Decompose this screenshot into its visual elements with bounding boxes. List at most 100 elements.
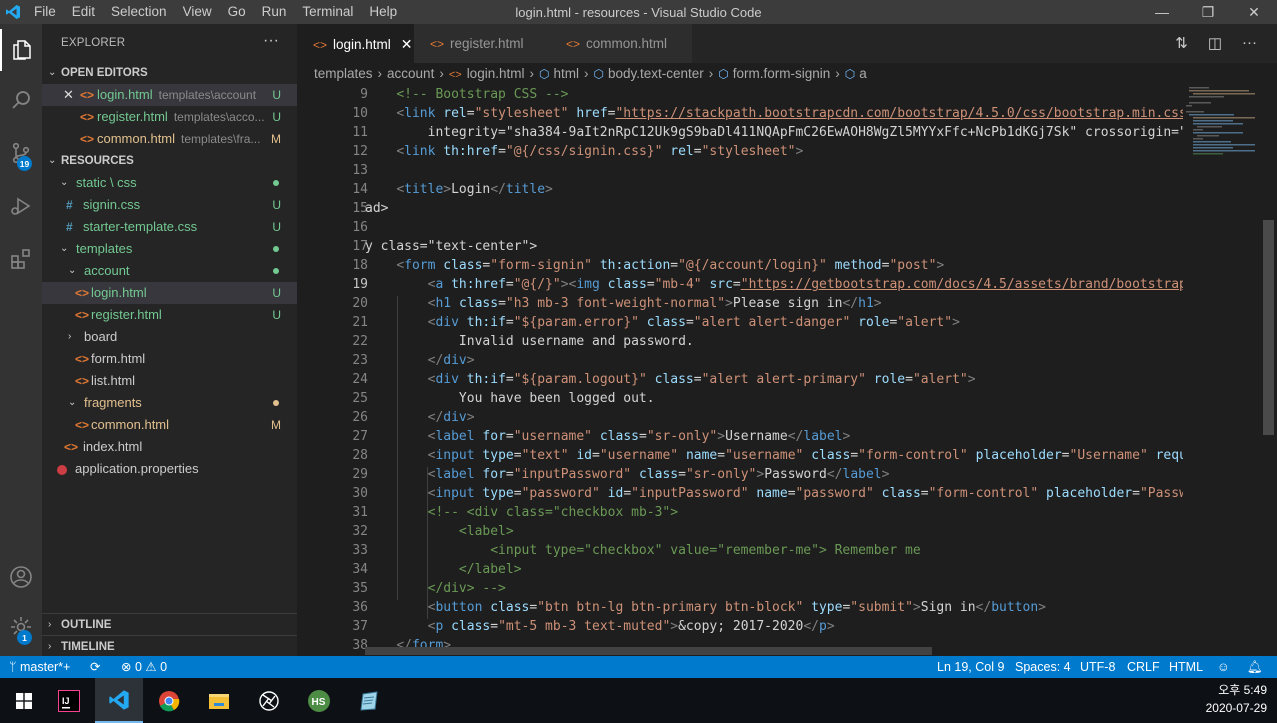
cursor-position[interactable]: Ln 19, Col 9 <box>937 656 1004 678</box>
tab-login-html[interactable]: <> login.html ✕ <box>297 24 414 63</box>
minimize-button[interactable]: — <box>1139 0 1185 24</box>
code-line[interactable]: <h1 class="h3 mb-3 font-weight-normal">P… <box>365 296 882 311</box>
system-clock[interactable]: 오후 5:49 2020-07-29 <box>1206 681 1267 717</box>
menu-view[interactable]: View <box>175 0 220 24</box>
breadcrumb-file[interactable]: login.html <box>467 66 525 81</box>
close-window-button[interactable]: ✕ <box>1231 0 1277 24</box>
tab-common-html[interactable]: <> common.html <box>550 24 692 63</box>
branch-status[interactable]: ᛘ master*+ <box>9 656 70 678</box>
account-icon[interactable] <box>0 556 42 598</box>
file-explorer-icon[interactable] <box>195 678 243 723</box>
code-line[interactable]: ad> <box>365 201 388 216</box>
tree-folder[interactable]: ⌄ templates <box>42 238 297 260</box>
breadcrumb-a[interactable]: a <box>859 66 867 81</box>
breadcrumb-templates[interactable]: templates <box>314 66 373 81</box>
code-line[interactable]: <input type="password" id="inputPassword… <box>365 486 1183 501</box>
menu-help[interactable]: Help <box>361 0 405 24</box>
heidisql-icon[interactable]: HS <box>295 678 343 723</box>
intellij-icon[interactable]: IJ <box>45 678 93 723</box>
language-mode[interactable]: HTML <box>1169 656 1203 678</box>
breadcrumb-body[interactable]: body.text-center <box>608 66 704 81</box>
code-line[interactable]: <input type="checkbox" value="remember-m… <box>365 543 920 558</box>
tree-folder[interactable]: › board <box>42 326 297 348</box>
code-line[interactable]: <label for="inputPassword" class="sr-onl… <box>365 467 890 482</box>
more-actions-icon[interactable]: ··· <box>1242 34 1257 52</box>
outline-section[interactable]: › OUTLINE <box>42 613 297 635</box>
windows-start-icon[interactable] <box>0 678 48 723</box>
split-editor-icon[interactable]: ◫ <box>1208 34 1222 52</box>
code-line[interactable]: </div> <box>365 353 475 368</box>
code-line[interactable]: <a th:href="@{/}"><img class="mb-4" src=… <box>365 277 1183 292</box>
code-line[interactable]: <p class="mt-5 mb-3 text-muted">&copy; 2… <box>365 619 835 634</box>
menu-run[interactable]: Run <box>254 0 295 24</box>
tree-folder[interactable]: ⌄ account <box>42 260 297 282</box>
timeline-section[interactable]: › TIMELINE <box>42 635 297 657</box>
tree-file[interactable]: <> list.html <box>42 370 297 392</box>
code-line[interactable]: <label> <box>365 524 514 539</box>
tree-file[interactable]: <> form.html <box>42 348 297 370</box>
code-line[interactable]: <div th:if="${param.logout}" class="aler… <box>365 372 976 387</box>
tree-file[interactable]: # starter-template.css U <box>42 216 297 238</box>
menu-edit[interactable]: Edit <box>64 0 103 24</box>
tree-file[interactable]: <> common.html M <box>42 414 297 436</box>
resources-section[interactable]: ⌄ RESOURCES <box>42 150 297 172</box>
tree-file[interactable]: <> register.html U <box>42 304 297 326</box>
code-editor[interactable]: 9 <!-- Bootstrap CSS --> 10 <link rel="st… <box>297 85 1183 656</box>
menu-go[interactable]: Go <box>220 0 254 24</box>
run-debug-icon[interactable] <box>0 185 42 227</box>
tree-folder[interactable]: ⌄ fragments <box>42 392 297 414</box>
code-line[interactable]: <link rel="stylesheet" href="https://sta… <box>365 106 1183 121</box>
code-line[interactable]: <input type="text" id="username" name="u… <box>365 448 1183 463</box>
code-line[interactable]: y class="text-center"> <box>365 239 537 254</box>
code-line[interactable]: <!-- Bootstrap CSS --> <box>365 87 568 102</box>
open-editor-item[interactable]: ✕ <> login.html templates\account U <box>42 84 297 106</box>
code-line[interactable]: <form class="form-signin" th:action="@{/… <box>365 258 944 273</box>
open-editor-item[interactable]: <> common.html templates\fra... M <box>42 128 297 150</box>
notifications-bell-icon[interactable]: 🔔︎ <box>1247 656 1263 678</box>
tree-file[interactable]: # signin.css U <box>42 194 297 216</box>
close-tab-icon[interactable]: ✕ <box>401 36 413 52</box>
code-line[interactable]: <title>Login</title> <box>365 182 553 197</box>
code-line[interactable]: </div> --> <box>365 581 506 596</box>
sync-icon[interactable]: ⟳ <box>90 656 100 678</box>
menu-file[interactable]: File <box>26 0 64 24</box>
open-changes-icon[interactable]: ⇅ <box>1175 34 1188 52</box>
aperture-app-icon[interactable] <box>245 678 293 723</box>
explorer-more-button[interactable]: ··· <box>263 32 279 50</box>
explorer-icon[interactable] <box>0 29 42 71</box>
menu-terminal[interactable]: Terminal <box>294 0 361 24</box>
tree-file[interactable]: <> login.html U <box>42 282 297 304</box>
breadcrumb-account[interactable]: account <box>387 66 434 81</box>
open-editor-item[interactable]: <> register.html templates\acco... U <box>42 106 297 128</box>
breadcrumb-html[interactable]: html <box>553 66 579 81</box>
tree-folder[interactable]: ⌄ static \ css <box>42 172 297 194</box>
eol-status[interactable]: CRLF <box>1127 656 1160 678</box>
code-line[interactable]: <link th:href="@{/css/signin.css}" rel="… <box>365 144 803 159</box>
extensions-icon[interactable] <box>0 238 42 280</box>
breadcrumb-form[interactable]: form.form-signin <box>733 66 831 81</box>
manage-gear-icon[interactable]: 1 <box>0 606 42 648</box>
code-line[interactable]: Invalid username and password. <box>365 334 694 349</box>
scrollbar-thumb[interactable] <box>1263 220 1274 435</box>
menu-selection[interactable]: Selection <box>103 0 175 24</box>
code-line[interactable]: <button class="btn btn-lg btn-primary bt… <box>365 600 1046 615</box>
code-line[interactable]: </label> <box>365 562 522 577</box>
code-line[interactable]: <!-- <div class="checkbox mb-3"> <box>365 505 678 520</box>
open-editors-section[interactable]: ⌄ OPEN EDITORS <box>42 62 297 84</box>
horizontal-scrollbar[interactable] <box>365 647 932 655</box>
vertical-scrollbar[interactable] <box>1263 85 1277 656</box>
minimap[interactable] <box>1183 85 1263 656</box>
code-line[interactable]: <div th:if="${param.error}" class="alert… <box>365 315 960 330</box>
code-line[interactable]: <label for="username" class="sr-only">Us… <box>365 429 851 444</box>
vscode-taskbar-icon[interactable] <box>95 678 143 723</box>
problems-status[interactable]: ⊗ 0 ⚠ 0 <box>121 656 167 678</box>
notepad-icon[interactable] <box>345 678 393 723</box>
indentation-status[interactable]: Spaces: 4 <box>1015 656 1071 678</box>
restore-button[interactable]: ❐ <box>1185 0 1231 24</box>
tree-file[interactable]: application.properties <box>42 458 297 480</box>
tree-file[interactable]: <> index.html <box>42 436 297 458</box>
feedback-icon[interactable]: ☺ <box>1217 656 1230 678</box>
tab-register-html[interactable]: <> register.html <box>414 24 550 63</box>
close-icon[interactable]: ✕ <box>63 84 74 106</box>
search-icon[interactable] <box>0 79 42 121</box>
